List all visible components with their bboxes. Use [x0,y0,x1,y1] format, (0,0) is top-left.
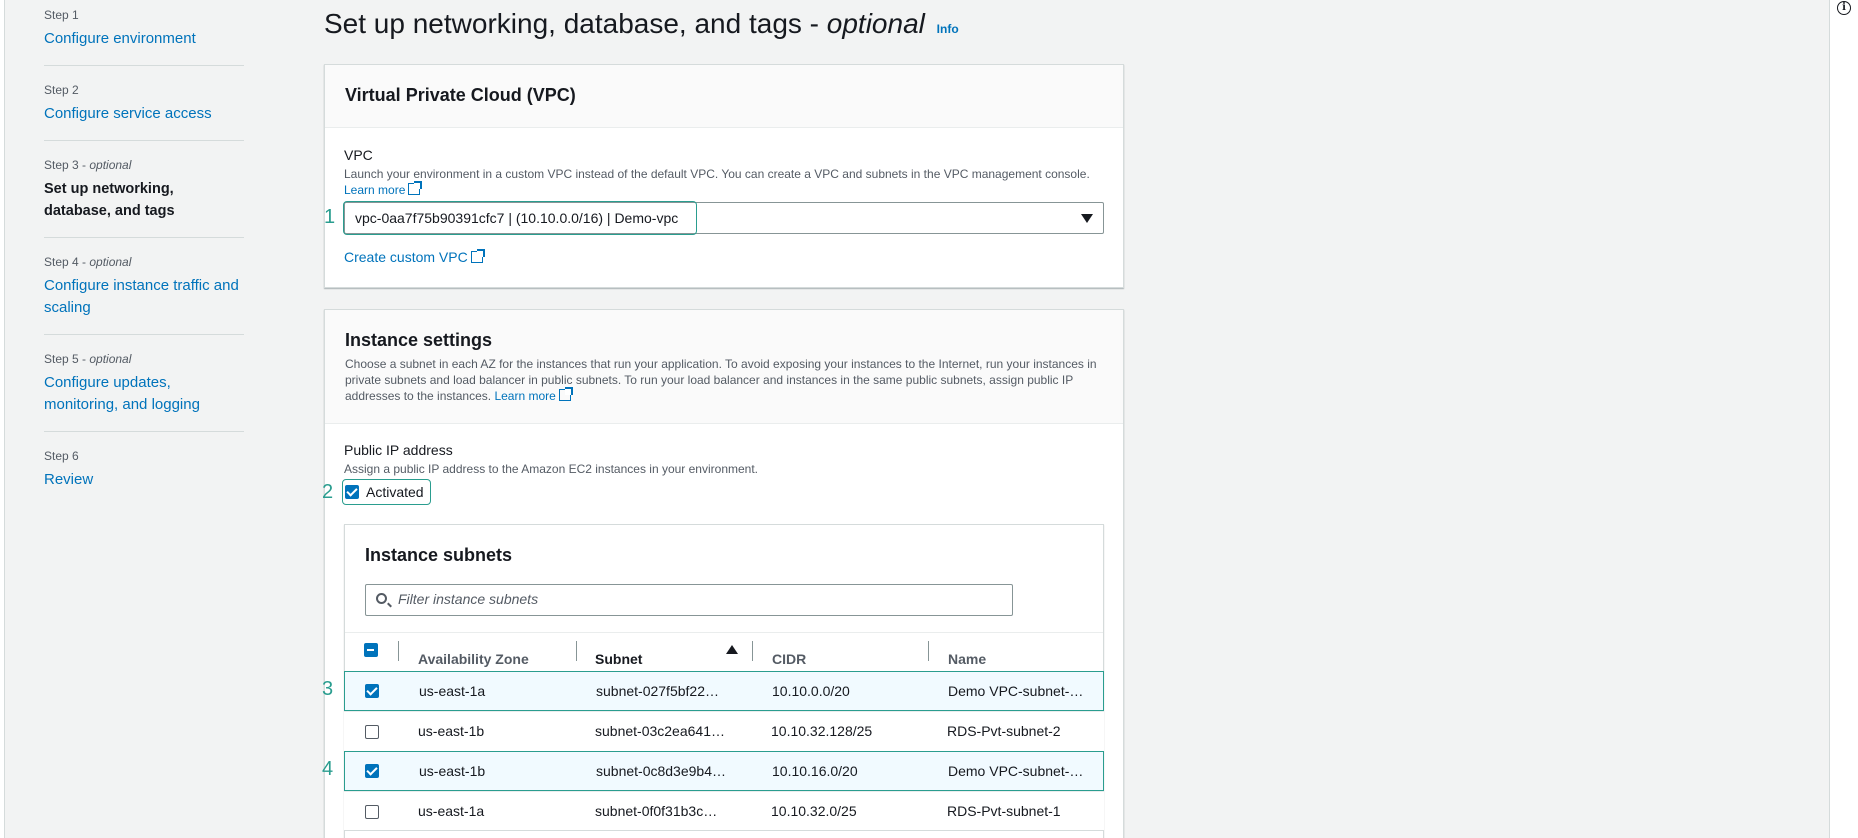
learn-more-link[interactable]: Learn more [344,181,423,197]
instance-card-header: Instance settings Choose a subnet in eac… [325,310,1123,424]
annotation-marker-2: 2 [322,481,334,503]
caret-down-icon [1081,214,1093,223]
filter-subnets-input[interactable] [398,591,898,607]
annotation-marker-3: 3 [322,678,334,700]
table-row[interactable]: us-east-1b subnet-03c2ea641… 10.10.32.12… [344,711,1104,751]
step-number: Step 2 [44,83,79,97]
step-6: Step 6 Review [44,449,244,491]
cell-subnet: subnet-0c8d3e9b4… [596,763,726,779]
activated-checkbox[interactable] [345,485,359,499]
cell-subnet: subnet-0f0f31b3c… [595,803,718,819]
step-link-review[interactable]: Review [44,469,244,491]
public-ip-description: Assign a public IP address to the Amazon… [344,462,759,476]
step-divider [44,65,244,66]
row-checkbox[interactable] [365,725,379,739]
vpc-card-header: Virtual Private Cloud (VPC) [325,65,1123,128]
instance-card-description: Choose a subnet in each AZ for the insta… [345,357,1097,403]
cell-cidr: 10.10.0.0/20 [772,683,850,699]
step-4: Step 4 - optional Configure instance tra… [44,255,244,319]
cell-cidr: 10.10.32.0/25 [771,803,857,819]
cell-cidr: 10.10.16.0/20 [772,763,858,779]
step-divider [44,237,244,238]
step-number: Step 5 - optional [44,352,132,366]
row-checkbox[interactable] [365,764,379,778]
step-divider [44,431,244,432]
vpc-label: VPC [344,147,373,163]
instance-card-title: Instance settings [345,330,493,350]
table-row[interactable]: us-east-1a subnet-0f0f31b3c… 10.10.32.0/… [344,791,1104,831]
row-checkbox[interactable] [365,805,379,819]
vpc-description: Launch your environment in a custom VPC … [344,167,1090,197]
step-3: Step 3 - optional Set up networking, dat… [44,158,244,222]
highlight-box [343,201,697,235]
column-header-subnet[interactable]: Subnet [595,651,642,667]
step-1: Step 1 Configure environment [44,8,244,50]
step-number: Step 6 [44,449,79,463]
table-row[interactable]: us-east-1a subnet-027f5bf22… 10.10.0.0/2… [344,671,1104,711]
cell-az: us-east-1b [418,723,485,739]
external-link-icon [408,181,423,195]
column-header-name[interactable]: Name [948,651,986,667]
step-number: Step 3 - optional [44,158,132,172]
column-separator [576,641,577,661]
vpc-card-title: Virtual Private Cloud (VPC) [345,85,576,105]
cell-subnet: subnet-027f5bf22… [596,683,719,699]
info-circle-icon[interactable]: i [1837,1,1851,15]
column-header-az[interactable]: Availability Zone [418,651,529,667]
cell-az: us-east-1a [418,803,485,819]
cell-az: us-east-1a [419,683,486,699]
external-link-icon [558,387,573,401]
select-all-checkbox[interactable] [364,643,378,657]
activated-label: Activated [366,484,424,500]
sort-ascending-icon[interactable] [726,645,738,654]
cell-name: RDS-Pvt-subnet-1 [947,803,1061,819]
row-checkbox[interactable] [365,684,379,698]
public-ip-label: Public IP address [344,442,453,458]
step-2: Step 2 Configure service access [44,83,244,125]
page-title: Set up networking, database, and tags - … [324,8,959,39]
column-separator [928,641,929,661]
external-link-icon [470,249,485,263]
annotation-marker-4: 4 [322,758,334,780]
filter-subnets-search[interactable] [365,584,1013,616]
cell-az: us-east-1b [419,763,486,779]
learn-more-link[interactable]: Learn more [494,387,573,403]
step-current-networking: Set up networking, database, and tags [44,181,175,219]
search-icon [376,593,387,604]
annotation-marker-1: 1 [324,206,336,228]
cell-subnet: subnet-03c2ea641… [595,723,725,739]
cell-name: Demo VPC-subnet-… [948,763,1084,779]
step-divider [44,140,244,141]
step-link-updates-monitoring[interactable]: Configure updates, monitoring, and loggi… [44,372,244,416]
step-link-instance-traffic[interactable]: Configure instance traffic and scaling [44,275,244,319]
step-link-configure-service-access[interactable]: Configure service access [44,103,244,125]
cell-name: RDS-Pvt-subnet-2 [947,723,1061,739]
table-row[interactable]: us-east-1b subnet-0c8d3e9b4… 10.10.16.0/… [344,751,1104,791]
step-link-configure-environment[interactable]: Configure environment [44,28,244,50]
column-separator [398,641,399,661]
step-divider [44,334,244,335]
cell-name: Demo VPC-subnet-… [948,683,1084,699]
column-separator [752,641,753,661]
column-header-cidr[interactable]: CIDR [772,651,806,667]
info-link[interactable]: Info [937,22,959,36]
step-number: Step 4 - optional [44,255,132,269]
step-number: Step 1 [44,8,79,22]
create-custom-vpc-link[interactable]: Create custom VPC [344,249,485,265]
step-5: Step 5 - optional Configure updates, mon… [44,352,244,416]
cell-cidr: 10.10.32.128/25 [771,723,873,739]
instance-subnets-title: Instance subnets [365,545,513,565]
table-header-divider [345,632,1103,633]
